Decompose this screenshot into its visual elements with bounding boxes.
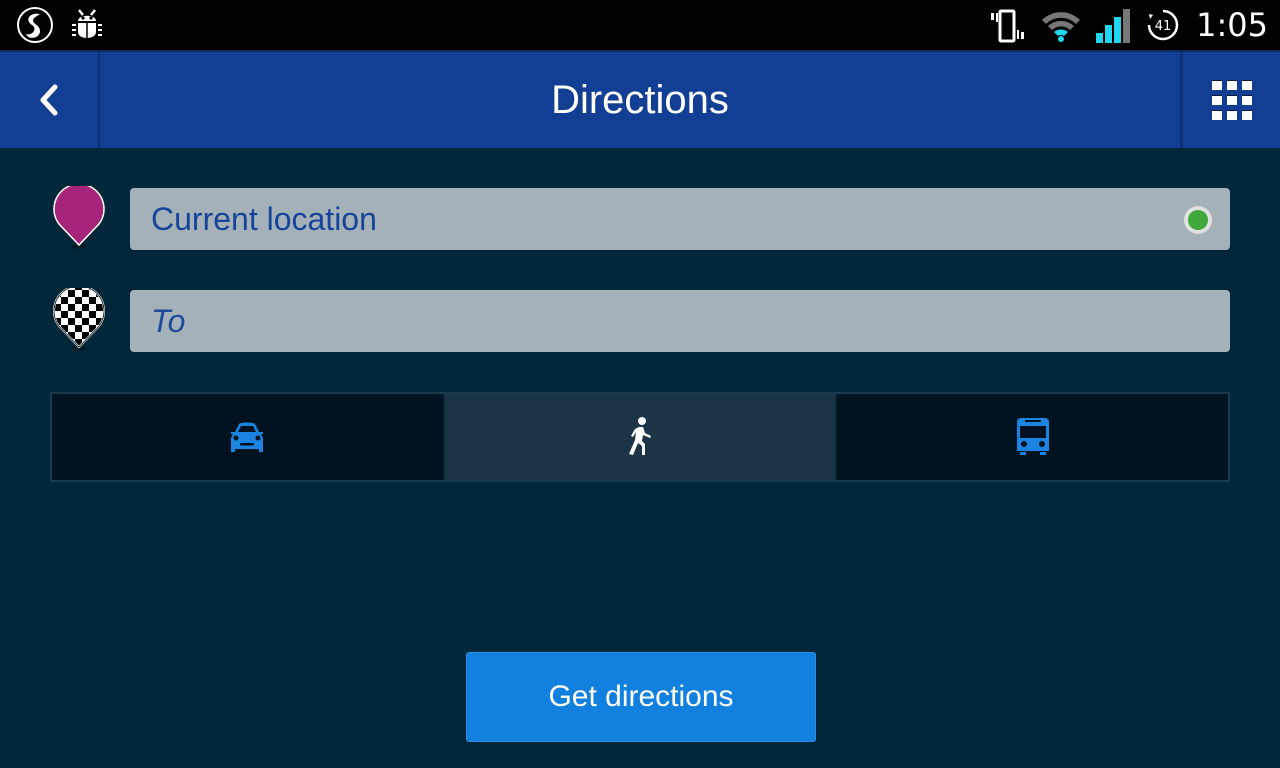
debug-bug-icon (72, 9, 102, 39)
vibrate-icon (991, 9, 1025, 43)
clock: 1:05 (1196, 6, 1268, 44)
menu-button[interactable] (1180, 52, 1280, 148)
sync-badge-icon: 41 (1147, 9, 1179, 41)
mode-transit-tab[interactable] (835, 394, 1228, 480)
app-bar: Directions (0, 50, 1280, 148)
walk-icon (629, 417, 651, 455)
wifi-icon (1042, 12, 1081, 42)
to-input-placeholder: To (151, 302, 186, 339)
chevron-left-icon (40, 84, 58, 116)
destination-flag-pin-icon (53, 288, 105, 351)
swiftkey-icon (17, 7, 53, 43)
grid-menu-icon (1211, 80, 1252, 120)
page-title: Directions (551, 78, 729, 122)
get-directions-button[interactable]: Get directions (466, 652, 816, 742)
from-input-value: Current location (151, 200, 377, 237)
from-input[interactable]: Current location (130, 188, 1230, 250)
travel-mode-selector (50, 392, 1230, 482)
bus-icon (1016, 418, 1049, 455)
origin-pin-icon (53, 186, 105, 249)
back-button[interactable] (0, 52, 100, 148)
svg-text:41: 41 (1155, 19, 1172, 34)
get-directions-label: Get directions (548, 680, 734, 713)
cell-signal-icon (1096, 9, 1131, 43)
car-icon (231, 422, 264, 452)
mode-walk-tab[interactable] (442, 394, 836, 480)
status-bar: 41 1:05 (0, 0, 1280, 50)
location-status-indicator (1184, 206, 1212, 234)
mode-car-tab[interactable] (52, 394, 443, 480)
to-input[interactable]: To (130, 290, 1230, 352)
